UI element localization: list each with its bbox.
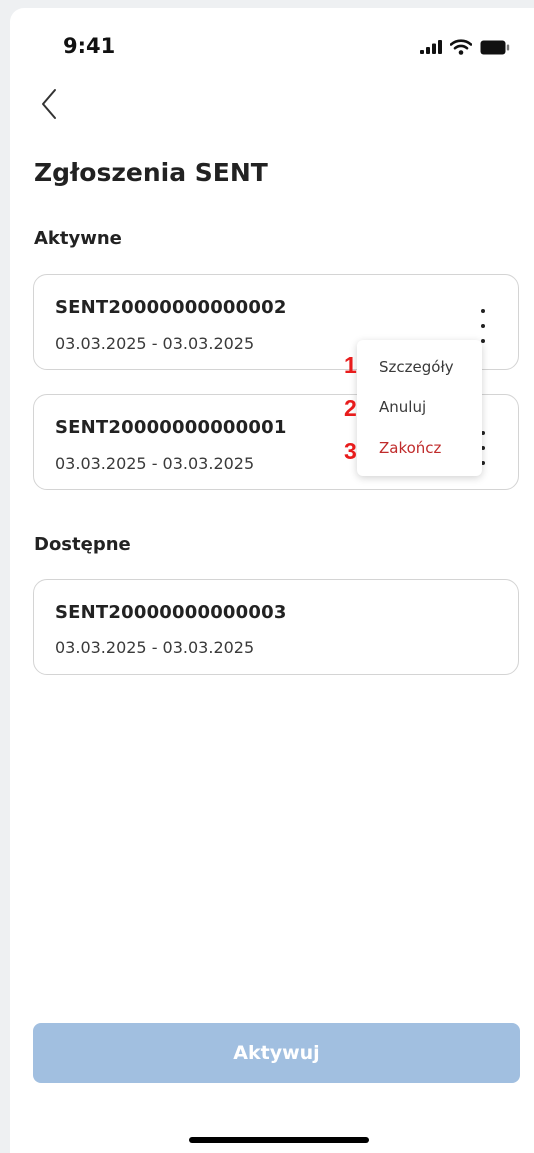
sent-dates: 03.03.2025 - 03.03.2025: [55, 454, 255, 473]
sent-card[interactable]: SENT20000000000003 03.03.2025 - 03.03.20…: [33, 579, 519, 675]
battery-icon: [480, 40, 510, 54]
app-screen: 9:41 Zgłoszenia SENT Aktywne SENT2000000…: [10, 8, 534, 1153]
section-label-active: Aktywne: [34, 228, 122, 249]
sent-dates: 03.03.2025 - 03.03.2025: [55, 638, 255, 657]
back-arrow-icon[interactable]: [36, 86, 62, 122]
page-title: Zgłoszenia SENT: [34, 158, 268, 187]
status-icons: [420, 38, 510, 56]
home-indicator: [189, 1137, 369, 1143]
sent-dates: 03.03.2025 - 03.03.2025: [55, 334, 255, 353]
wifi-icon: [450, 39, 472, 55]
menu-item-cancel[interactable]: Anuluj: [379, 398, 426, 416]
annotation-number-2: 2: [344, 395, 357, 421]
context-menu: Szczegóły Anuluj Zakończ: [357, 340, 482, 476]
section-label-available: Dostępne: [34, 534, 131, 555]
signal-icon: [420, 40, 442, 54]
sent-code: SENT20000000000002: [55, 297, 287, 318]
menu-item-details[interactable]: Szczegóły: [379, 358, 454, 376]
menu-item-finish[interactable]: Zakończ: [379, 439, 441, 457]
activate-button[interactable]: Aktywuj: [33, 1023, 520, 1083]
annotation-number-1: 1: [344, 352, 357, 378]
sent-code: SENT20000000000003: [55, 602, 287, 623]
more-options-icon[interactable]: [475, 309, 491, 343]
annotation-number-3: 3: [344, 438, 357, 464]
sent-code: SENT20000000000001: [55, 417, 287, 438]
status-time: 9:41: [63, 34, 116, 58]
